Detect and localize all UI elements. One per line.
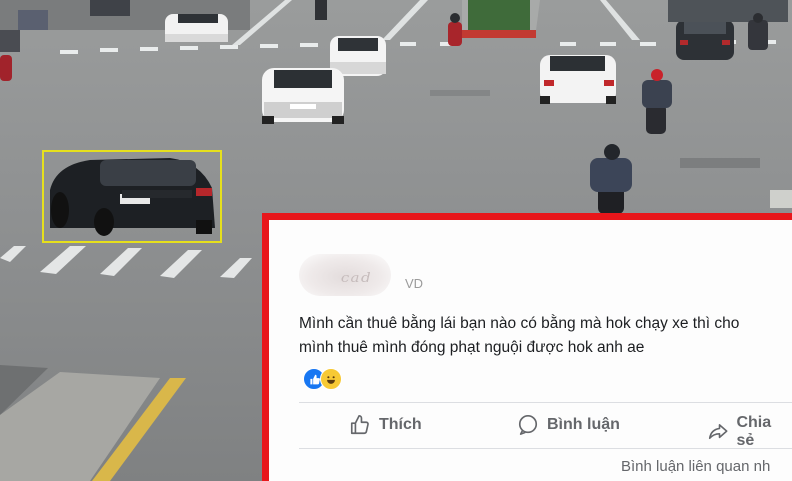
road-patch <box>680 158 760 168</box>
black-sedan <box>50 158 215 236</box>
haha-reaction-icon <box>320 368 342 390</box>
action-divider-bottom <box>299 448 792 449</box>
post-author-header: ᶜᵃᵈ VD <box>299 254 449 298</box>
motorbike-median <box>448 13 462 46</box>
truck-top-right <box>668 0 788 22</box>
car-white-far <box>165 14 228 42</box>
post-text: Mình cần thuê bằng lái bạn nào có bằng m… <box>299 312 792 360</box>
road-patch-2 <box>430 90 490 96</box>
motorbike-top <box>315 0 327 20</box>
comment-label: Bình luận <box>547 416 620 433</box>
median-plants <box>468 0 530 30</box>
related-comments-link[interactable]: Bình luận liên quan nh <box>621 458 770 475</box>
left-vehicle-2 <box>0 30 20 52</box>
left-vehicle <box>0 55 12 81</box>
blurred-author-name: ᶜᵃᵈ <box>341 268 372 296</box>
share-button[interactable]: Chia sẻ <box>707 414 792 450</box>
post-actions-bar: Thích Bình luận Chia sẻ <box>299 408 792 450</box>
comment-bubble-icon <box>518 415 538 435</box>
left-vehicle-3 <box>18 10 48 30</box>
like-button[interactable]: Thích <box>349 414 422 436</box>
car-white-audi <box>262 68 344 124</box>
author-name-suffix: VD <box>405 276 424 291</box>
post-text-line-2: mình thuê mình đóng phạt nguội được hok … <box>299 339 645 356</box>
like-label: Thích <box>379 416 422 433</box>
comment-button[interactable]: Bình luận <box>517 414 620 436</box>
share-arrow-icon <box>708 424 728 440</box>
median-curb <box>462 30 536 38</box>
car-white-right <box>540 55 616 104</box>
facebook-post-highlight: ᶜᵃᵈ VD Mình cần thuê bằng lái bạn nào có… <box>262 213 792 481</box>
car-dark-far-right <box>676 20 734 60</box>
left-vehicle-4 <box>90 0 130 16</box>
reaction-summary[interactable] <box>303 368 349 390</box>
thumbs-up-icon <box>350 415 369 435</box>
roadside-box <box>770 190 792 208</box>
share-label: Chia sẻ <box>736 414 772 449</box>
action-divider-top <box>299 402 792 403</box>
post-text-line-1: Mình cần thuê bằng lái bạn nào có bằng m… <box>299 315 740 332</box>
facebook-post-card: ᶜᵃᵈ VD Mình cần thuê bằng lái bạn nào có… <box>269 220 792 481</box>
